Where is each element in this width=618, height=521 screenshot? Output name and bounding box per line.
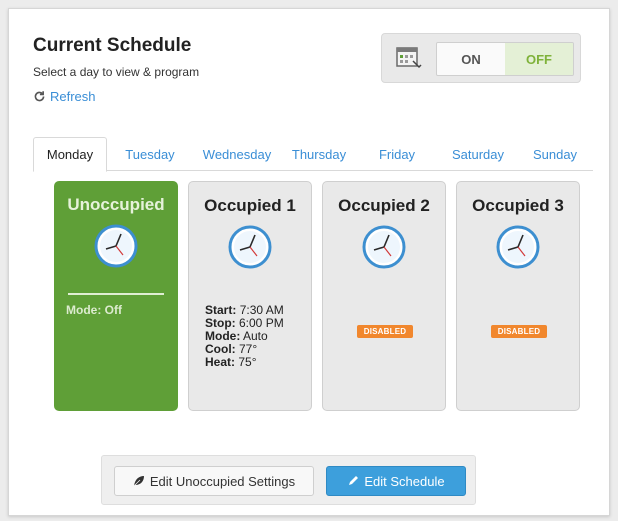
refresh-label: Refresh [50, 89, 96, 104]
stop-value: 6:00 PM [239, 316, 284, 330]
card-divider [68, 293, 164, 295]
leaf-icon [133, 476, 144, 487]
clock-icon [94, 224, 138, 268]
clock-icon [362, 225, 406, 269]
clock-icon [228, 225, 272, 269]
toggle-off-button[interactable]: OFF [505, 43, 573, 75]
refresh-icon [34, 91, 45, 102]
edit-unoccupied-settings-button[interactable]: Edit Unoccupied Settings [114, 466, 314, 496]
tab-thursday[interactable]: Thursday [281, 137, 357, 171]
disabled-badge: DISABLED [491, 325, 547, 338]
clock-icon [496, 225, 540, 269]
tab-wednesday[interactable]: Wednesday [193, 137, 281, 171]
card-title: Occupied 3 [472, 196, 564, 215]
card-title: Occupied 2 [338, 196, 430, 215]
tab-sunday[interactable]: Sunday [519, 137, 591, 171]
edit-unoccupied-label: Edit Unoccupied Settings [149, 473, 296, 489]
heat-label: Heat: [205, 355, 236, 369]
day-tabs: Monday Tuesday Wednesday Thursday Friday… [33, 137, 593, 172]
page-title: Current Schedule [33, 35, 192, 56]
schedule-card-occupied-1[interactable]: Occupied 1 Start: 7:30 AM Stop: 6:00 PM … [188, 181, 312, 411]
card-title: Unoccupied [67, 195, 165, 214]
heat-row: Heat: 75° [205, 356, 284, 369]
toggle-on-button[interactable]: ON [437, 43, 505, 75]
schedule-toggle-group: ON OFF [381, 33, 581, 83]
schedule-card-unoccupied[interactable]: Unoccupied Mode: Off [54, 181, 178, 411]
schedule-card-occupied-3[interactable]: Occupied 3 DISABLED [456, 181, 580, 411]
calendar-icon [396, 47, 422, 69]
mode-value: Off [104, 303, 122, 317]
schedule-card-occupied-2[interactable]: Occupied 2 DISABLED [322, 181, 446, 411]
page-subtitle: Select a day to view & program [33, 65, 200, 79]
pencil-icon [349, 476, 359, 485]
tab-tuesday[interactable]: Tuesday [107, 137, 193, 171]
card-details: Start: 7:30 AM Stop: 6:00 PM Mode: Auto … [205, 304, 284, 369]
schedule-panel: Current Schedule Select a day to view & … [8, 8, 610, 516]
cool-value: 77° [239, 342, 258, 356]
edit-schedule-label: Edit Schedule [364, 473, 445, 489]
action-bar: Edit Unoccupied Settings Edit Schedule [101, 455, 476, 505]
tab-monday[interactable]: Monday [33, 137, 107, 172]
stop-label: Stop: [205, 316, 236, 330]
disabled-badge: DISABLED [357, 325, 413, 338]
on-off-toggle[interactable]: ON OFF [436, 42, 574, 76]
mode-label: Mode: [205, 329, 241, 343]
cool-label: Cool: [205, 342, 236, 356]
card-mode: Mode: Off [66, 303, 122, 317]
mode-label: Mode: [66, 303, 102, 317]
tab-friday[interactable]: Friday [357, 137, 437, 171]
start-label: Start: [205, 303, 237, 317]
card-title: Occupied 1 [204, 196, 296, 215]
tab-saturday[interactable]: Saturday [437, 137, 519, 171]
mode-value: Auto [243, 329, 268, 343]
heat-value: 75° [238, 355, 257, 369]
start-value: 7:30 AM [239, 303, 284, 317]
refresh-link[interactable]: Refresh [33, 89, 96, 104]
edit-schedule-button[interactable]: Edit Schedule [326, 466, 466, 496]
